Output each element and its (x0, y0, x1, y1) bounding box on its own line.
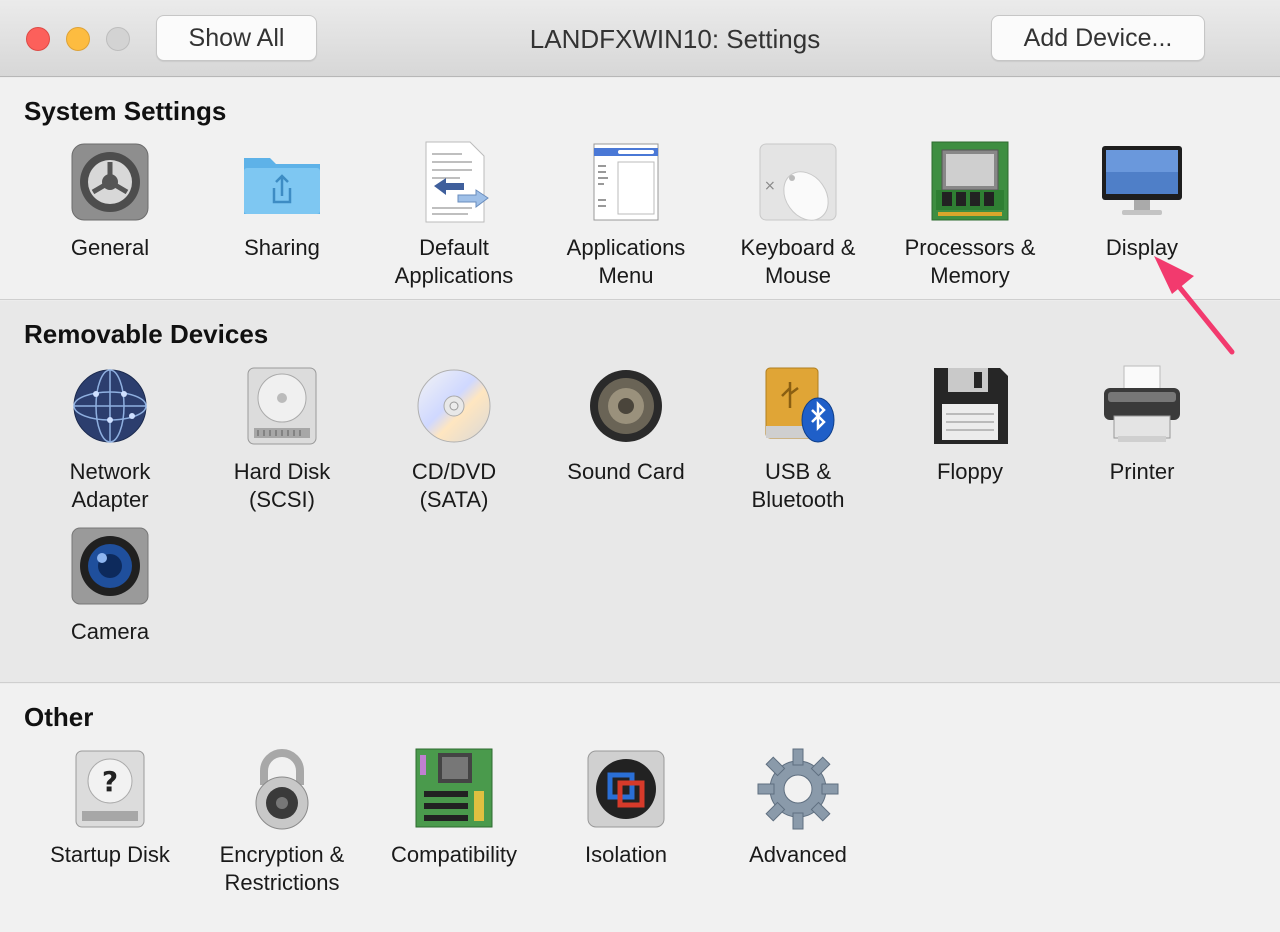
device-item-label: Floppy (936, 459, 1004, 484)
device-item-label: Printer (1109, 459, 1175, 484)
other-item-encryption-restrictions[interactable]: Encryption & Restrictions (196, 747, 368, 897)
minimize-window-button[interactable] (66, 27, 90, 51)
camera-icon (71, 527, 149, 605)
show-all-button[interactable]: Show All (156, 15, 317, 61)
close-window-button[interactable] (26, 27, 50, 51)
system-settings-section: System Settings General Sharing Default … (0, 78, 1280, 300)
removable-devices-section: Removable Devices Network Adapter Hard D… (0, 301, 1280, 683)
section-title-removable: Removable Devices (24, 319, 269, 349)
monitor-icon (1102, 146, 1182, 215)
device-item-floppy[interactable]: Floppy (884, 364, 1056, 486)
device-item-network-adapter[interactable]: Network Adapter (24, 364, 196, 514)
other-item-label: Compatibility (391, 842, 517, 867)
device-item-cd-dvd[interactable]: CD/DVD (SATA) (368, 364, 540, 514)
menu-window-icon (593, 143, 659, 221)
settings-item-label: Sharing (244, 235, 320, 260)
printer-icon (1104, 365, 1180, 442)
settings-item-general[interactable]: General (24, 140, 196, 262)
shared-folder-icon (244, 158, 320, 214)
device-item-printer[interactable]: Printer (1056, 364, 1228, 486)
settings-item-label: Default Applications (394, 235, 514, 288)
hard-disk-icon (247, 367, 317, 445)
startup-disk-icon: ? (75, 750, 145, 828)
device-item-label: USB & Bluetooth (751, 459, 845, 512)
other-item-label: Advanced (749, 842, 847, 867)
floppy-disk-icon (934, 368, 1008, 444)
zoom-window-button (106, 27, 130, 51)
settings-item-label: Applications Menu (566, 235, 686, 288)
title-bar: Show All LANDFXWIN10: Settings Add Devic… (0, 0, 1280, 77)
section-title-other: Other (24, 702, 94, 732)
device-item-label: Camera (70, 619, 150, 644)
gear-icon (71, 143, 149, 221)
other-item-advanced[interactable]: Advanced (712, 747, 884, 869)
svg-text:×: × (764, 178, 776, 194)
annotation-arrow-icon (1154, 256, 1235, 355)
settings-item-processors-memory[interactable]: Processors & Memory (884, 140, 1056, 290)
usb-bluetooth-icon (765, 367, 835, 443)
memory-chip-icon (931, 141, 1009, 221)
device-item-label: CD/DVD (SATA) (411, 459, 497, 512)
settings-item-default-applications[interactable]: Default Applications (368, 140, 540, 290)
svg-text:?: ? (102, 765, 118, 798)
other-item-isolation[interactable]: Isolation (540, 747, 712, 869)
other-item-startup-disk[interactable]: ? Startup Disk (24, 747, 196, 869)
settings-item-applications-menu[interactable]: Applications Menu (540, 140, 712, 290)
cd-dvd-icon (417, 369, 491, 443)
device-item-hard-disk[interactable]: Hard Disk (SCSI) (196, 364, 368, 514)
isolation-icon (587, 750, 665, 828)
device-item-label: Network Adapter (69, 459, 151, 512)
other-item-label: Startup Disk (50, 842, 170, 867)
motherboard-icon (415, 748, 493, 828)
mouse-icon: × (759, 143, 837, 221)
settings-item-sharing[interactable]: Sharing (196, 140, 368, 262)
settings-item-keyboard-mouse[interactable]: × Keyboard & Mouse (712, 140, 884, 290)
device-item-camera[interactable]: Camera (24, 524, 196, 646)
settings-item-label: Processors & Memory (904, 235, 1036, 288)
device-item-label: Hard Disk (SCSI) (233, 459, 331, 512)
add-device-button[interactable]: Add Device... (991, 15, 1205, 61)
other-item-compatibility[interactable]: Compatibility (368, 747, 540, 869)
window-title: LANDFXWIN10: Settings (529, 24, 821, 54)
settings-item-display[interactable]: Display (1056, 140, 1228, 262)
device-item-sound-card[interactable]: Sound Card (540, 364, 712, 486)
cog-icon (757, 748, 839, 830)
other-section: Other ? Startup Disk Encryption & Restri… (0, 684, 1280, 932)
speaker-icon (590, 370, 662, 442)
network-globe-icon (73, 369, 147, 443)
padlock-icon (255, 749, 309, 830)
device-item-usb-bluetooth[interactable]: USB & Bluetooth (712, 364, 884, 514)
section-title-system: System Settings (24, 96, 227, 126)
settings-item-label: General (70, 235, 150, 260)
settings-item-label: Keyboard & Mouse (740, 235, 856, 288)
other-item-label: Encryption & Restrictions (219, 842, 345, 895)
document-arrows-icon (425, 141, 489, 223)
other-item-label: Isolation (585, 842, 667, 867)
device-item-label: Sound Card (567, 459, 685, 484)
